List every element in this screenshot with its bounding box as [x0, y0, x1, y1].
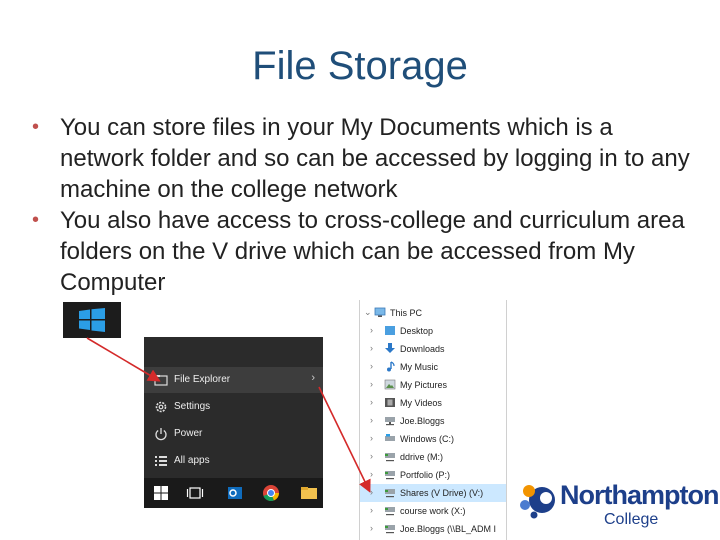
tree-item-label: course work (X:)	[400, 506, 466, 516]
tree-item-desktop[interactable]: › Desktop	[360, 322, 506, 340]
bullet-list: • You can store files in your My Documen…	[30, 112, 695, 298]
tree-item-label: Desktop	[400, 326, 434, 336]
logo-name: Northampton	[560, 480, 719, 510]
chevron-right-icon[interactable]: ›	[370, 397, 373, 407]
bullet-item: • You can store files in your My Documen…	[30, 112, 695, 205]
start-menu-item-label: File Explorer	[174, 374, 231, 385]
windows-logo-icon[interactable]	[152, 484, 170, 502]
tree-item-course-work-x[interactable]: › course work (X:)	[360, 502, 506, 520]
tree-item-downloads[interactable]: › Downloads	[360, 340, 506, 358]
tree-item-label: Joe.Bloggs (\\BL_ADM I	[400, 524, 497, 534]
chevron-right-icon[interactable]: ›	[370, 469, 373, 479]
chevron-right-icon[interactable]: ›	[370, 505, 373, 515]
tree-item-my-videos[interactable]: › My Videos	[360, 394, 506, 412]
network-drive-icon	[385, 525, 395, 534]
northampton-college-logo: Northampton College	[516, 478, 719, 532]
tree-item-label: My Music	[400, 362, 438, 372]
tree-item-windows-c[interactable]: › Windows (C:)	[360, 430, 506, 448]
taskbar	[144, 478, 323, 508]
logo-subtitle: College	[604, 511, 659, 528]
network-drive-icon	[385, 453, 395, 462]
start-menu-item-label: Settings	[174, 401, 211, 412]
download-icon	[385, 343, 395, 353]
tree-item-label: Joe.Bloggs	[400, 416, 445, 426]
network-drive-icon	[385, 507, 395, 516]
gear-icon	[155, 401, 167, 413]
tree-item-this-pc[interactable]: ⌄ This PC	[360, 304, 506, 322]
bullet-text: You can store files in your My Documents…	[60, 114, 690, 203]
drive-icon	[385, 434, 395, 441]
chevron-right-icon[interactable]: ›	[370, 343, 373, 353]
tree-item-my-pictures[interactable]: › My Pictures	[360, 376, 506, 394]
tree-item-shares-v[interactable]: › Shares (V Drive) (V:)	[360, 484, 506, 502]
tree-item-label: My Videos	[400, 398, 442, 408]
tree-item-my-music[interactable]: › My Music	[360, 358, 506, 376]
list-icon	[155, 456, 167, 466]
chevron-right-icon[interactable]: ›	[370, 415, 373, 425]
tree-item-portfolio-p[interactable]: › Portfolio (P:)	[360, 466, 506, 484]
tree-item-joe-bloggs-network[interactable]: › Joe.Bloggs (\\BL_ADM I	[360, 520, 506, 538]
windows-logo-icon	[79, 308, 105, 332]
videos-icon	[385, 398, 395, 407]
tree-item-label: ddrive (M:)	[400, 452, 444, 462]
start-menu-item-label: Power	[174, 428, 203, 439]
start-menu-item-power[interactable]: Power	[144, 421, 323, 447]
start-menu-item-label: All apps	[174, 455, 210, 466]
tree-item-label: Portfolio (P:)	[400, 470, 451, 480]
bullet-dot: •	[32, 116, 40, 138]
pictures-icon	[384, 379, 396, 390]
tree-item-ddrive-m[interactable]: › ddrive (M:)	[360, 448, 506, 466]
chevron-right-icon[interactable]: ›	[370, 325, 373, 335]
task-view-icon[interactable]	[186, 484, 204, 502]
start-menu-item-file-explorer[interactable]: File Explorer ›	[144, 367, 323, 393]
tree-item-label: This PC	[390, 308, 423, 318]
desktop-icon	[385, 326, 395, 335]
chevron-right-icon[interactable]: ›	[370, 433, 373, 443]
tree-item-label: Windows (C:)	[400, 434, 455, 444]
start-menu-item-settings[interactable]: Settings	[144, 394, 323, 420]
chevron-right-icon[interactable]: ›	[370, 487, 373, 497]
bullet-dot: •	[32, 209, 40, 231]
chevron-right-icon: ›	[311, 372, 315, 384]
tree-item-label: Shares (V Drive) (V:)	[400, 488, 484, 498]
slide-title: File Storage	[252, 44, 468, 88]
tree-item-label: Downloads	[400, 344, 445, 354]
tree-item-label: My Pictures	[400, 380, 448, 390]
network-drive-icon	[385, 489, 395, 498]
logo-mark-icon	[520, 485, 555, 519]
tree-item-joe-bloggs[interactable]: › Joe.Bloggs	[360, 412, 506, 430]
computer-icon	[374, 307, 386, 317]
network-drive-icon	[385, 471, 395, 480]
music-icon	[387, 361, 395, 372]
folder-icon	[154, 375, 168, 386]
start-menu-item-all-apps[interactable]: All apps	[144, 448, 323, 474]
folder-icon[interactable]	[300, 484, 318, 502]
windows-start-button[interactable]	[63, 302, 121, 338]
network-drive-icon	[385, 417, 395, 426]
bullet-item: • You also have access to cross-college …	[30, 205, 695, 298]
power-icon	[155, 428, 167, 441]
chevron-right-icon[interactable]: ›	[370, 361, 373, 371]
chrome-icon[interactable]	[262, 484, 280, 502]
chevron-right-icon[interactable]: ›	[370, 379, 373, 389]
chevron-right-icon[interactable]: ›	[370, 451, 373, 461]
explorer-navigation-pane: ⌄ This PC › Desktop › Downloads › My Mus…	[359, 300, 507, 540]
outlook-icon[interactable]	[226, 484, 244, 502]
chevron-right-icon[interactable]: ›	[370, 523, 373, 533]
bullet-text: You also have access to cross-college an…	[60, 207, 685, 296]
chevron-down-icon[interactable]: ⌄	[364, 307, 372, 318]
